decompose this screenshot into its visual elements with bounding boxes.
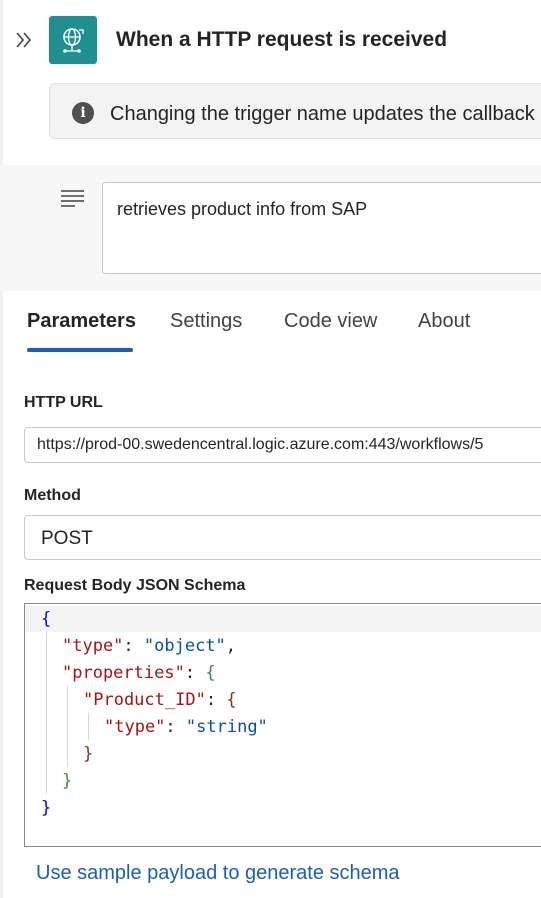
info-message-bar: i Changing the trigger name updates the … bbox=[49, 83, 541, 139]
code-line-6: } bbox=[83, 744, 94, 764]
code-line-3: "properties": { bbox=[62, 663, 216, 683]
globe-request-icon bbox=[63, 28, 84, 53]
tab-settings[interactable]: Settings bbox=[170, 310, 242, 333]
info-message-text: Changing the trigger name updates the ca… bbox=[110, 103, 535, 125]
code-line-2: "type": "object", bbox=[62, 636, 237, 656]
http-trigger-icon bbox=[49, 16, 97, 64]
panel-left-border bbox=[0, 0, 3, 898]
code-line-4: "Product_ID": { bbox=[83, 690, 237, 710]
http-url-label: HTTP URL bbox=[24, 394, 103, 411]
indent-guide bbox=[88, 713, 89, 740]
schema-label: Request Body JSON Schema bbox=[24, 577, 246, 594]
text-description-icon bbox=[61, 190, 84, 207]
http-url-field[interactable]: https://prod-00.swedencentral.logic.azur… bbox=[24, 427, 541, 463]
tab-parameters[interactable]: Parameters bbox=[27, 310, 136, 333]
tab-code-view[interactable]: Code view bbox=[284, 310, 377, 333]
http-url-value: https://prod-00.swedencentral.logic.azur… bbox=[37, 436, 484, 453]
description-value: retrieves product info from SAP bbox=[117, 199, 368, 219]
current-line-highlight bbox=[25, 606, 541, 632]
use-sample-payload-link[interactable]: Use sample payload to generate schema bbox=[36, 862, 400, 885]
code-line-1: { bbox=[41, 609, 52, 629]
trigger-title[interactable]: When a HTTP request is received bbox=[116, 28, 447, 52]
method-field[interactable]: POST bbox=[24, 515, 541, 560]
info-icon: i bbox=[72, 102, 94, 124]
tab-about[interactable]: About bbox=[418, 310, 470, 333]
double-chevron-right-icon bbox=[16, 32, 32, 48]
code-line-7: } bbox=[62, 771, 73, 791]
indent-guide bbox=[46, 632, 47, 794]
code-line-8: } bbox=[41, 798, 52, 818]
json-schema-editor[interactable]: { "type": "object", "properties": { "Pro… bbox=[24, 603, 541, 847]
collapse-panel-button[interactable] bbox=[12, 28, 36, 52]
active-tab-indicator bbox=[27, 348, 133, 352]
description-input[interactable]: retrieves product info from SAP bbox=[102, 182, 541, 274]
method-label: Method bbox=[24, 487, 81, 504]
code-line-5: "type": "string" bbox=[104, 717, 268, 737]
method-value: POST bbox=[41, 528, 93, 549]
indent-guide bbox=[67, 686, 68, 767]
